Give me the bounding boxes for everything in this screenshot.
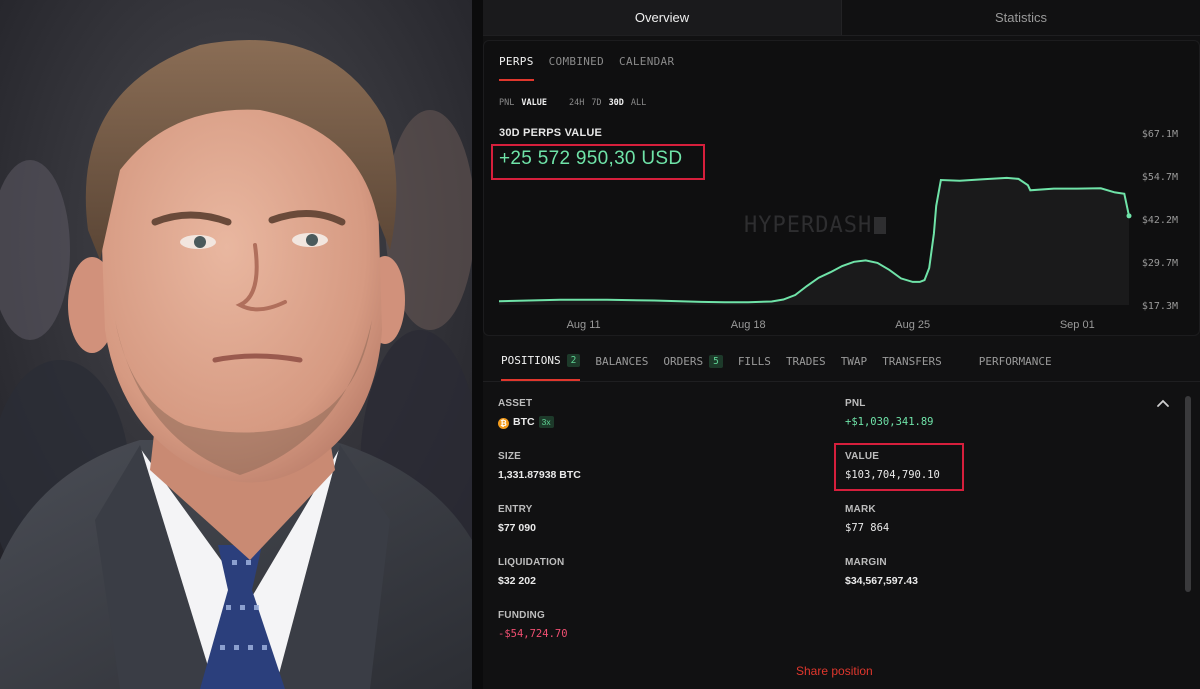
tab-orders[interactable]: ORDERS 5 — [663, 355, 723, 380]
size-field: SIZE 1,331.87938 BTC — [498, 451, 581, 481]
x-tick-label: Aug 18 — [731, 319, 766, 331]
funding-label: FUNDING — [498, 610, 545, 621]
margin-field: MARGIN $34,567,597.43 — [845, 557, 918, 587]
y-tick-label: $17.3M — [1142, 301, 1178, 312]
tab-label: PERFORMANCE — [978, 355, 1052, 368]
tab-label: TRANSFERS — [882, 355, 942, 368]
scrollbar-thumb[interactable] — [1185, 396, 1191, 592]
watermark-cursor — [874, 217, 887, 234]
watermark-text: HYPERDASH — [744, 213, 873, 238]
funding-field: FUNDING -$54,724.70 — [498, 610, 568, 640]
tab-label: FILLS — [737, 355, 771, 368]
portrait-photo — [0, 0, 472, 689]
value-label: VALUE — [845, 451, 880, 462]
positions-divider — [483, 381, 1200, 382]
mark-field: MARK $77 864 — [845, 504, 889, 534]
tab-label: BALANCES — [595, 355, 649, 368]
tab-transfers[interactable]: TRANSFERS — [882, 355, 942, 380]
pnl-label: PNL — [845, 398, 866, 409]
portrait-illustration — [0, 0, 472, 689]
pnl-field: PNL +$1,030,341.89 — [845, 398, 934, 428]
asset-field: ASSET ₿ BTC 3x — [498, 398, 554, 429]
perps-chart-card: PERPS COMBINED CALENDAR PNL VALUE 24H 7D… — [483, 40, 1200, 336]
bitcoin-icon: ₿ — [498, 418, 509, 429]
pnl-value: +$1,030,341.89 — [845, 416, 934, 428]
asset-name: BTC — [513, 416, 535, 428]
tab-overview[interactable]: Overview — [483, 0, 842, 35]
tab-label: POSITIONS — [501, 354, 561, 367]
count-badge: 5 — [709, 355, 723, 368]
liquidation-field: LIQUIDATION $32 202 — [498, 557, 564, 587]
size-value: 1,331.87938 BTC — [498, 469, 581, 481]
liquidation-label: LIQUIDATION — [498, 557, 565, 568]
value-field: VALUE $103,704,790.10 — [845, 451, 940, 481]
hyperdash-watermark: HYPERDASH — [744, 213, 887, 238]
mark-label: MARK — [845, 504, 876, 515]
funding-value: -$54,724.70 — [498, 628, 568, 640]
tab-performance[interactable]: PERFORMANCE — [979, 355, 1052, 380]
size-label: SIZE — [498, 451, 522, 462]
chart-last-point — [1126, 213, 1132, 219]
top-tabs: Overview Statistics — [483, 0, 1200, 36]
share-position-link[interactable]: Share position — [796, 664, 873, 678]
tab-statistics[interactable]: Statistics — [842, 0, 1200, 35]
liquidation-value: $32 202 — [498, 575, 536, 587]
tab-balances[interactable]: BALANCES — [595, 355, 648, 380]
tab-label: TWAP — [840, 355, 868, 368]
tab-positions[interactable]: POSITIONS 2 — [501, 354, 581, 381]
entry-value: $77 090 — [498, 522, 536, 534]
tab-twap[interactable]: TWAP — [841, 355, 868, 380]
margin-label: MARGIN — [845, 557, 887, 568]
y-tick-label: $67.1M — [1142, 129, 1178, 140]
entry-label: ENTRY — [498, 504, 533, 515]
count-badge: 2 — [566, 354, 581, 367]
hyperdash-panel: Overview Statistics PERPS COMBINED CALEN… — [483, 0, 1200, 689]
y-tick-label: $42.2M — [1142, 215, 1178, 226]
y-tick-label: $29.7M — [1142, 258, 1178, 269]
y-tick-label: $54.7M — [1142, 172, 1178, 183]
margin-value: $34,567,597.43 — [845, 575, 918, 587]
x-tick-label: Aug 11 — [567, 319, 601, 331]
entry-field: ENTRY $77 090 — [498, 504, 536, 534]
tab-label: ORDERS — [663, 355, 704, 368]
leverage-badge: 3x — [538, 416, 554, 428]
value-value: $103,704,790.10 — [845, 469, 940, 481]
positions-tabs: POSITIONS 2 BALANCES ORDERS 5 FILLS TRADES TWAP… — [501, 354, 1067, 381]
tab-label: TRADES — [785, 355, 826, 368]
perps-value-chart: $67.1M $54.7M $42.2M $29.7M $17.3M Aug 11 Aug … — [498, 129, 1178, 331]
tab-trades[interactable]: TRADES — [786, 355, 826, 380]
asset-value: ₿ BTC 3x — [498, 416, 554, 429]
mark-value: $77 864 — [845, 522, 890, 534]
asset-label: ASSET — [498, 398, 533, 409]
x-tick-label: Aug 25 — [895, 319, 930, 331]
chart-area — [499, 177, 1129, 305]
x-tick-label: Sep 01 — [1060, 319, 1095, 331]
tab-fills[interactable]: FILLS — [738, 355, 771, 380]
chevron-up-icon[interactable] — [1155, 396, 1171, 412]
